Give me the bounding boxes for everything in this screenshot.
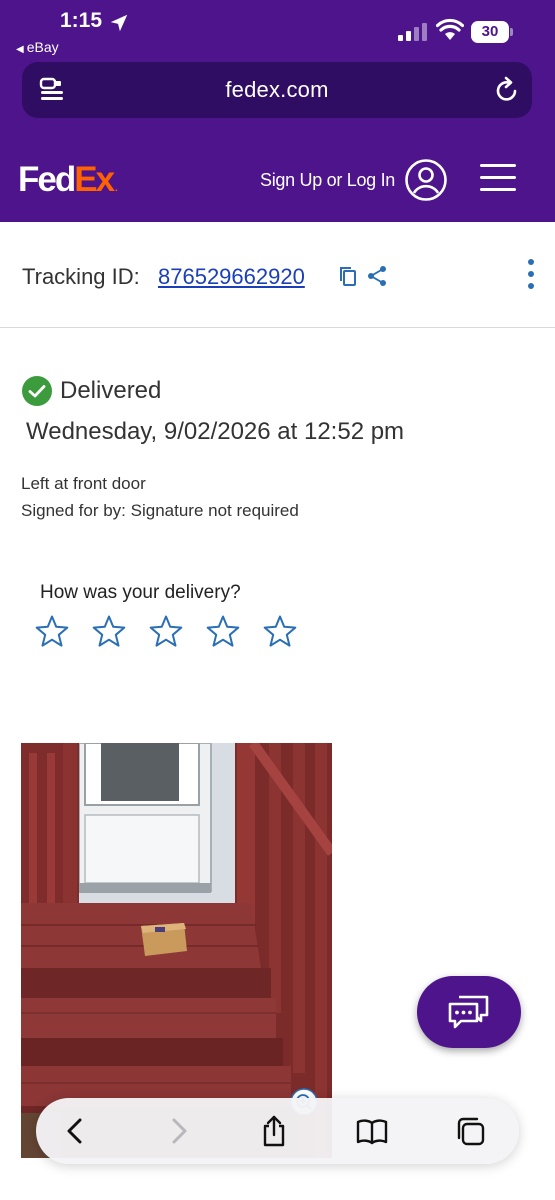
star-icon[interactable] bbox=[91, 614, 127, 650]
hamburger-icon[interactable] bbox=[480, 164, 516, 192]
chat-icon bbox=[448, 995, 489, 1029]
signed-for: Signed for by: Signature not required bbox=[21, 501, 299, 520]
tabs-icon[interactable] bbox=[454, 1115, 486, 1147]
proof-of-delivery-photo[interactable] bbox=[21, 743, 332, 1158]
more-vertical-icon[interactable] bbox=[526, 259, 536, 289]
tracking-row: Tracking ID: 876529662920 bbox=[0, 222, 555, 328]
star-icon[interactable] bbox=[205, 614, 241, 650]
star-icon[interactable] bbox=[262, 614, 298, 650]
tracking-id-link[interactable]: 876529662920 bbox=[158, 264, 305, 290]
back-to-app-link[interactable]: ◀ eBay bbox=[16, 39, 59, 55]
delivery-status: Delivered bbox=[60, 377, 162, 404]
delivery-location: Left at front door bbox=[21, 474, 146, 493]
forward-icon[interactable] bbox=[162, 1115, 194, 1147]
delivery-date: Wednesday, 9/02/2026 at 12:52 pm bbox=[26, 418, 405, 445]
signal-icon bbox=[398, 23, 428, 41]
battery-icon: 30 bbox=[471, 21, 513, 43]
status-time: 1:15 bbox=[60, 9, 103, 32]
url-text[interactable]: fedex.com bbox=[22, 77, 532, 103]
reload-icon[interactable] bbox=[494, 76, 520, 104]
share-sheet-icon[interactable] bbox=[258, 1115, 290, 1147]
star-icon[interactable] bbox=[34, 614, 70, 650]
app-header: 1:15 ◀ eBay 30 fedex.com FedEx. Sign Up … bbox=[0, 0, 555, 222]
share-icon[interactable] bbox=[366, 264, 388, 288]
fedex-logo[interactable]: FedEx. bbox=[18, 160, 118, 209]
star-rating[interactable] bbox=[34, 614, 324, 650]
back-app-label: eBay bbox=[26, 39, 59, 55]
copy-icon[interactable] bbox=[337, 264, 359, 288]
tracking-label: Tracking ID: bbox=[22, 264, 140, 289]
back-icon[interactable] bbox=[60, 1115, 92, 1147]
wifi-icon bbox=[436, 18, 464, 40]
location-arrow-icon bbox=[110, 14, 128, 32]
address-bar[interactable]: fedex.com bbox=[22, 62, 532, 118]
rating-question: How was your delivery? bbox=[40, 582, 241, 603]
delivery-photo-image bbox=[21, 743, 332, 1158]
battery-level: 30 bbox=[471, 21, 509, 43]
check-circle-icon bbox=[22, 376, 52, 406]
back-triangle-icon: ◀ bbox=[16, 44, 24, 55]
star-icon[interactable] bbox=[148, 614, 184, 650]
signup-login-link[interactable]: Sign Up or Log In bbox=[260, 170, 395, 191]
user-icon[interactable] bbox=[404, 158, 448, 202]
browser-toolbar bbox=[36, 1098, 519, 1164]
bookmarks-icon[interactable] bbox=[356, 1115, 388, 1147]
chat-button[interactable] bbox=[417, 976, 521, 1048]
